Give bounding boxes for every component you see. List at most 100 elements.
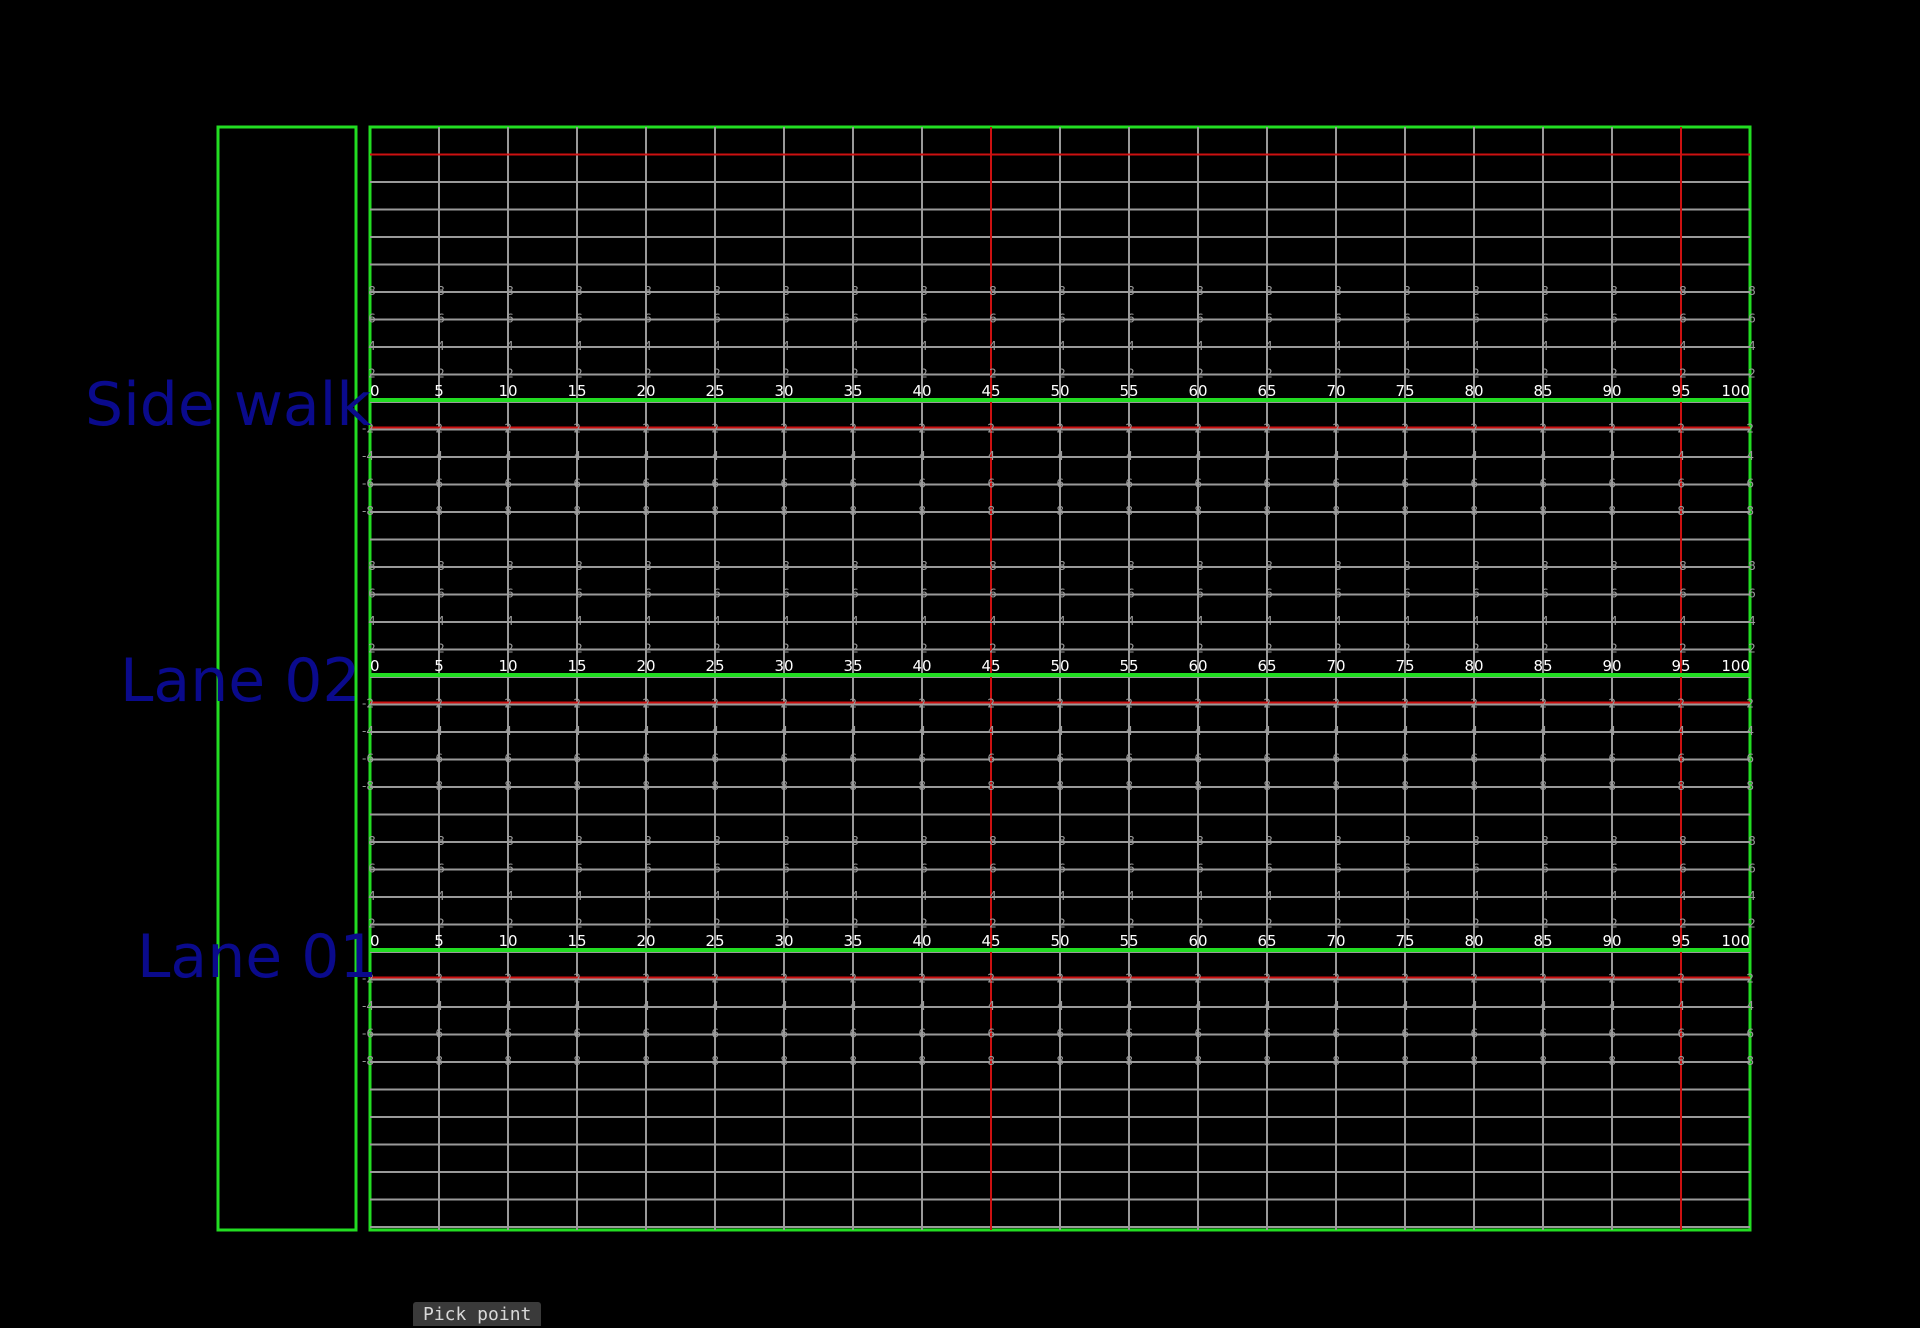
y-tick-label: 8 [575,559,583,573]
y-tick-label: -8 [1190,779,1202,793]
y-tick-label: 4 [782,889,790,903]
y-tick-label: -8 [362,779,374,793]
y-tick-label: 2 [1541,917,1549,931]
y-tick-label: 2 [1610,917,1618,931]
y-tick-label: -4 [431,724,443,738]
y-tick-label: -8 [707,779,719,793]
y-tick-label: 4 [644,614,652,628]
y-tick-label: -2 [776,972,788,986]
y-tick-label: 8 [1058,284,1066,298]
x-tick-label: 25 [705,932,724,950]
y-tick-label: -4 [1535,999,1547,1013]
x-tick-label: 15 [567,382,586,400]
y-tick-label: 8 [851,834,859,848]
y-tick-label: -2 [1604,972,1616,986]
y-tick-label: -6 [983,1027,995,1041]
y-tick-label: -4 [776,449,788,463]
y-tick-label: -6 [707,752,719,766]
x-tick-label: 25 [705,382,724,400]
y-tick-label: -2 [707,697,719,711]
x-tick-label: 15 [567,657,586,675]
y-tick-label: -8 [1328,504,1340,518]
y-tick-label: -2 [1535,972,1547,986]
y-tick-label: 6 [1334,587,1342,601]
y-tick-label: 4 [920,889,928,903]
y-tick-label: 2 [1472,642,1480,656]
y-tick-label: -6 [1466,752,1478,766]
pick-point-button[interactable]: Pick point [413,1302,542,1326]
y-tick-label: 4 [1127,339,1135,353]
y-tick-label: -8 [500,1054,512,1068]
y-tick-label: 6 [1127,862,1135,876]
y-tick-label: 2 [1403,917,1411,931]
y-tick-label: -6 [1466,1027,1478,1041]
y-tick-label: -4 [1466,449,1478,463]
y-tick-label: -6 [569,1027,581,1041]
y-tick-label: 4 [1748,339,1756,353]
y-tick-label: -4 [500,999,512,1013]
y-tick-label: 6 [1679,587,1687,601]
y-tick-label: -2 [1121,972,1133,986]
y-tick-label: -6 [1328,752,1340,766]
y-tick-label: -8 [1673,504,1685,518]
y-tick-label: -6 [1328,477,1340,491]
y-tick-label: 4 [1265,339,1273,353]
y-tick-label: -8 [776,779,788,793]
y-tick-label: -8 [1604,1054,1616,1068]
y-tick-label: -8 [776,504,788,518]
y-tick-label: 4 [1472,889,1480,903]
x-tick-label: 30 [774,382,793,400]
y-tick-label: -2 [569,972,581,986]
y-tick-label: -8 [569,779,581,793]
y-tick-label: 8 [1334,559,1342,573]
y-tick-label: -4 [914,449,926,463]
y-tick-label: 8 [644,834,652,848]
y-tick-label: -4 [776,724,788,738]
y-tick-label: 6 [1058,587,1066,601]
y-tick-label: -6 [1742,477,1754,491]
y-tick-label: -8 [1259,1054,1271,1068]
y-tick-label: -8 [569,1054,581,1068]
y-tick-label: 6 [989,862,997,876]
y-tick-label: 6 [1196,862,1204,876]
y-tick-label: -2 [1052,697,1064,711]
y-tick-label: 6 [1748,862,1756,876]
y-tick-label: 8 [851,284,859,298]
y-tick-label: 2 [1058,367,1066,381]
x-tick-label: 70 [1326,382,1345,400]
y-tick-label: -8 [707,504,719,518]
y-tick-label: 6 [1541,862,1549,876]
y-tick-label: -4 [1328,724,1340,738]
y-tick-label: -6 [1190,477,1202,491]
x-tick-label: 85 [1533,657,1552,675]
y-tick-label: 2 [1196,367,1204,381]
y-tick-label: -6 [1121,477,1133,491]
y-tick-label: -6 [1259,1027,1271,1041]
y-tick-label: 4 [437,339,445,353]
y-tick-label: 4 [1265,614,1273,628]
y-tick-label: -2 [1328,972,1340,986]
y-tick-label: 2 [713,917,721,931]
y-tick-label: -4 [362,449,374,463]
y-tick-label: -6 [569,752,581,766]
y-tick-label: 4 [989,614,997,628]
y-tick-label: -8 [362,1054,374,1068]
y-tick-label: -2 [1535,422,1547,436]
y-tick-label: -4 [1052,449,1064,463]
y-tick-label: 8 [1403,834,1411,848]
y-tick-label: 6 [644,587,652,601]
x-tick-label: 40 [912,382,931,400]
x-tick-label: 35 [843,657,862,675]
y-tick-label: -8 [1742,504,1754,518]
y-tick-label: 8 [437,559,445,573]
y-tick-label: 4 [1334,339,1342,353]
y-tick-label: -2 [1673,422,1685,436]
x-tick-label: 50 [1050,932,1069,950]
y-tick-label: -4 [569,449,581,463]
y-tick-label: -8 [1190,1054,1202,1068]
y-tick-label: -4 [1259,999,1271,1013]
y-tick-label: 8 [1334,834,1342,848]
y-tick-label: -8 [500,504,512,518]
y-tick-label: -8 [1466,1054,1478,1068]
x-tick-label: 55 [1119,382,1138,400]
